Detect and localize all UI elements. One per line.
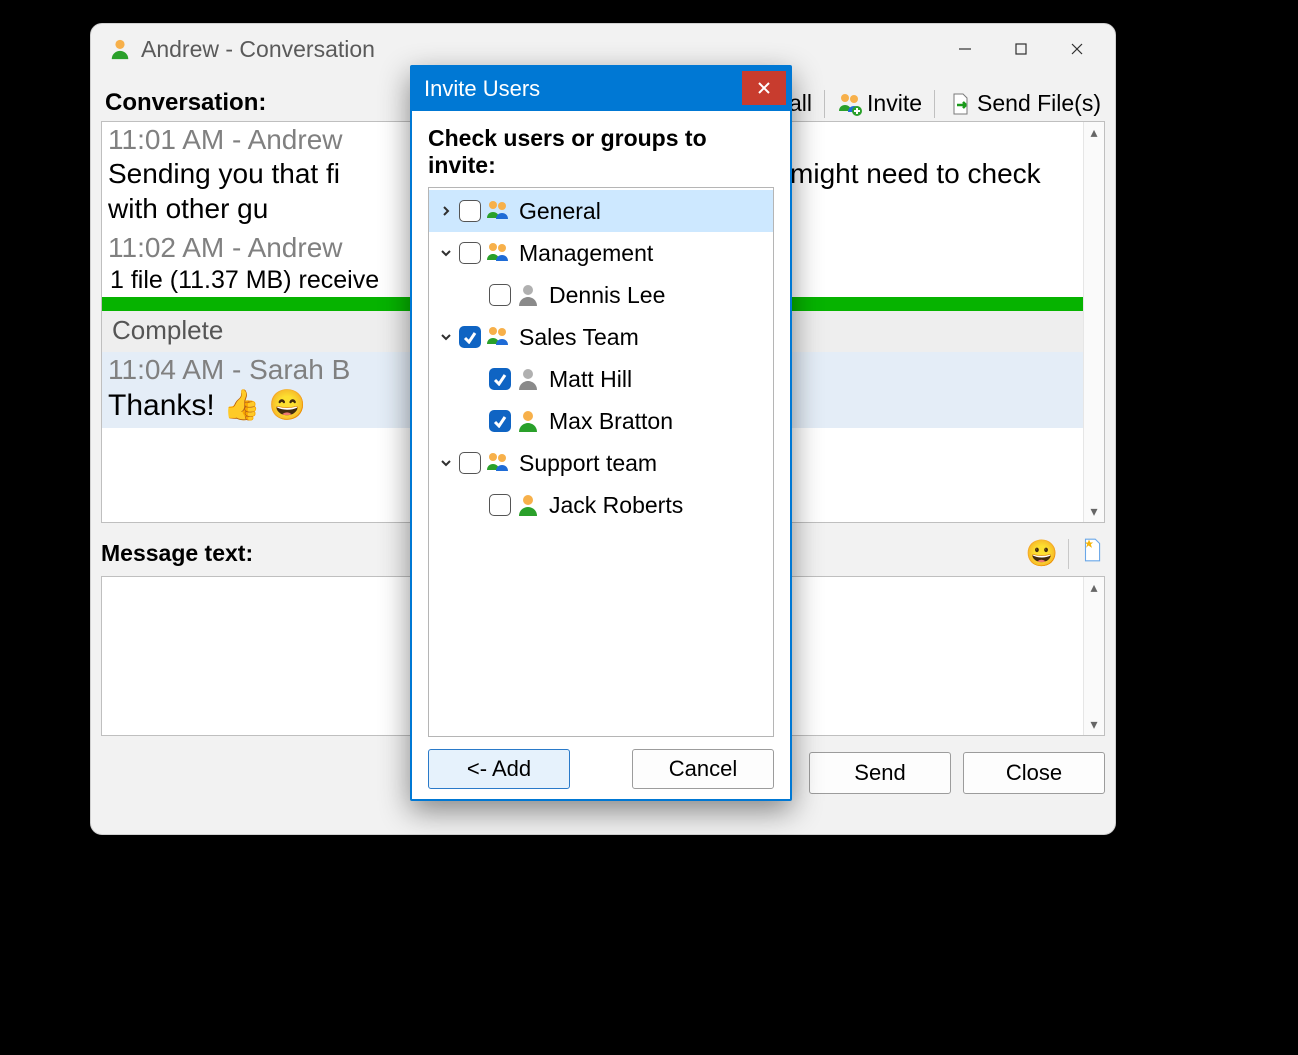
dialog-titlebar: Invite Users — [412, 67, 790, 111]
tree-user-row[interactable]: Matt Hill — [429, 358, 773, 400]
message-text: Thanks! 👍 😄 — [108, 389, 306, 422]
tree-user-row[interactable]: Jack Roberts — [429, 484, 773, 526]
tree-user-label: Matt Hill — [549, 366, 632, 393]
group-icon — [485, 240, 511, 266]
group-icon — [485, 450, 511, 476]
person-icon — [515, 366, 541, 392]
person-icon — [515, 282, 541, 308]
chevron-down-icon[interactable] — [437, 247, 455, 259]
send-button[interactable]: Send — [809, 752, 951, 794]
maximize-button[interactable] — [993, 29, 1049, 69]
toolbar-separator — [824, 90, 825, 118]
dialog-instruction: Check users or groups to invite: — [428, 125, 774, 179]
tree-group-label: General — [519, 198, 601, 225]
app-person-icon — [109, 38, 131, 60]
invite-button[interactable]: Invite — [833, 88, 926, 119]
chevron-right-icon[interactable] — [437, 205, 455, 217]
cancel-button[interactable]: Cancel — [632, 749, 774, 789]
cancel-label: Cancel — [669, 756, 737, 782]
chevron-down-icon[interactable] — [437, 457, 455, 469]
invite-users-icon — [837, 91, 863, 117]
checkbox[interactable] — [459, 326, 481, 348]
add-label: <- Add — [467, 756, 531, 782]
compose-scrollbar[interactable]: ▴ ▾ — [1083, 577, 1104, 735]
tree-user-row[interactable]: Max Bratton — [429, 400, 773, 442]
close-window-button[interactable] — [1049, 29, 1105, 69]
tree-user-row[interactable]: Dennis Lee — [429, 274, 773, 316]
group-icon — [485, 198, 511, 224]
scroll-down-icon[interactable]: ▾ — [1084, 716, 1104, 733]
quick-message-button[interactable] — [1079, 537, 1105, 570]
chevron-down-icon[interactable] — [437, 331, 455, 343]
scroll-up-icon[interactable]: ▴ — [1084, 579, 1104, 596]
tree-group-label: Sales Team — [519, 324, 639, 351]
scroll-down-icon[interactable]: ▾ — [1084, 503, 1104, 520]
close-label: Close — [1006, 760, 1062, 786]
tree-group-row[interactable]: Support team — [429, 442, 773, 484]
person-icon — [515, 408, 541, 434]
conversation-scrollbar[interactable]: ▴ ▾ — [1083, 122, 1104, 522]
tree-group-label: Support team — [519, 450, 657, 477]
dialog-title: Invite Users — [424, 76, 540, 102]
send-file-icon — [947, 91, 973, 117]
toolbar-separator — [934, 90, 935, 118]
group-icon — [485, 324, 511, 350]
checkbox[interactable] — [489, 284, 511, 306]
minimize-button[interactable] — [937, 29, 993, 69]
separator — [1068, 539, 1069, 569]
checkbox[interactable] — [459, 452, 481, 474]
message-text-fragment: Sending you that fi — [108, 158, 340, 189]
send-files-label: Send File(s) — [977, 90, 1101, 117]
dialog-close-button[interactable] — [742, 71, 786, 105]
person-icon — [515, 492, 541, 518]
close-button[interactable]: Close — [963, 752, 1105, 794]
message-text-heading: Message text: — [101, 540, 253, 567]
tree-user-label: Max Bratton — [549, 408, 673, 435]
tree-group-row[interactable]: General — [429, 190, 773, 232]
send-label: Send — [854, 760, 905, 786]
checkbox[interactable] — [459, 200, 481, 222]
invite-users-dialog: Invite Users Check users or groups to in… — [410, 65, 792, 801]
emoji-picker-button[interactable]: 😀 — [1026, 538, 1058, 569]
checkbox[interactable] — [489, 494, 511, 516]
toolbar: Call Invite — [738, 88, 1105, 121]
window-controls — [937, 29, 1105, 69]
checkbox[interactable] — [459, 242, 481, 264]
tree-group-label: Management — [519, 240, 653, 267]
users-tree[interactable]: General Management Dennis Lee Sales Team — [428, 187, 774, 737]
tree-group-row[interactable]: Management — [429, 232, 773, 274]
add-button[interactable]: <- Add — [428, 749, 570, 789]
invite-label: Invite — [867, 90, 922, 117]
tree-group-row[interactable]: Sales Team — [429, 316, 773, 358]
window-title: Andrew - Conversation — [141, 36, 937, 63]
checkbox[interactable] — [489, 368, 511, 390]
send-files-button[interactable]: Send File(s) — [943, 88, 1105, 119]
conversation-heading: Conversation: — [101, 89, 266, 121]
scroll-up-icon[interactable]: ▴ — [1084, 124, 1104, 141]
tree-user-label: Dennis Lee — [549, 282, 665, 309]
checkbox[interactable] — [489, 410, 511, 432]
tree-user-label: Jack Roberts — [549, 492, 683, 519]
